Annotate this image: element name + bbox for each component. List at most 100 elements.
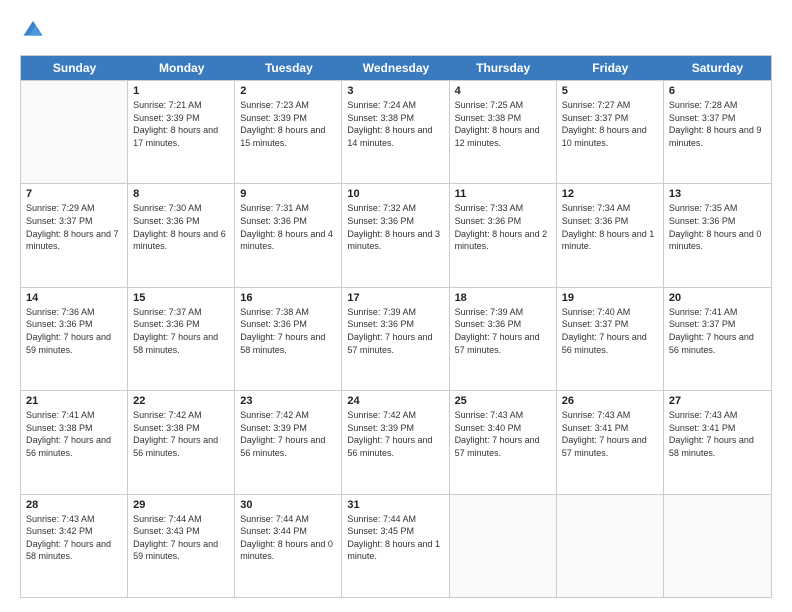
calendar-cell: 20 Sunrise: 7:41 AM Sunset: 3:37 PM Dayli… [664,288,771,390]
cell-info: Sunrise: 7:27 AM Sunset: 3:37 PM Dayligh… [562,99,658,149]
calendar-cell: 3 Sunrise: 7:24 AM Sunset: 3:38 PM Daylig… [342,81,449,183]
day-number: 8 [133,188,229,200]
cell-info: Sunrise: 7:43 AM Sunset: 3:40 PM Dayligh… [455,409,551,459]
cell-info: Sunrise: 7:24 AM Sunset: 3:38 PM Dayligh… [347,99,443,149]
calendar-header-day: Thursday [450,56,557,80]
calendar-cell: 9Sunrise: 7:31 AM Sunset: 3:36 PM Daylig… [235,184,342,286]
page: SundayMondayTuesdayWednesdayThursdayFrid… [0,0,792,612]
day-number: 22 [133,395,229,407]
cell-info: Sunrise: 7:34 AM Sunset: 3:36 PM Dayligh… [562,202,658,252]
calendar-cell [557,495,664,597]
cell-info: Sunrise: 7:25 AM Sunset: 3:38 PM Dayligh… [455,99,551,149]
day-number: 23 [240,395,336,407]
cell-info: Sunrise: 7:41 AM Sunset: 3:37 PM Dayligh… [669,306,766,356]
calendar-header-day: Wednesday [342,56,449,80]
cell-info: Sunrise: 7:35 AM Sunset: 3:36 PM Dayligh… [669,202,766,252]
day-number: 30 [240,499,336,511]
calendar-cell [21,81,128,183]
cell-info: Sunrise: 7:42 AM Sunset: 3:39 PM Dayligh… [347,409,443,459]
calendar-cell: 5 Sunrise: 7:27 AM Sunset: 3:37 PM Daylig… [557,81,664,183]
calendar-cell: 24 Sunrise: 7:42 AM Sunset: 3:39 PM Dayli… [342,391,449,493]
day-number: 1 [133,85,229,97]
calendar-cell: 31Sunrise: 7:44 AM Sunset: 3:45 PM Dayli… [342,495,449,597]
day-number: 20 [669,292,766,304]
day-number: 29 [133,499,229,511]
calendar-header-day: Monday [128,56,235,80]
calendar: SundayMondayTuesdayWednesdayThursdayFrid… [20,55,772,598]
day-number: 2 [240,85,336,97]
cell-info: Sunrise: 7:33 AM Sunset: 3:36 PM Dayligh… [455,202,551,252]
day-number: 12 [562,188,658,200]
cell-info: Sunrise: 7:38 AM Sunset: 3:36 PM Dayligh… [240,306,336,356]
cell-info: Sunrise: 7:40 AM Sunset: 3:37 PM Dayligh… [562,306,658,356]
logo [20,18,44,45]
calendar-cell: 25 Sunrise: 7:43 AM Sunset: 3:40 PM Dayli… [450,391,557,493]
cell-info: Sunrise: 7:43 AM Sunset: 3:42 PM Dayligh… [26,513,122,563]
calendar-cell: 1 Sunrise: 7:21 AM Sunset: 3:39 PM Daylig… [128,81,235,183]
day-number: 3 [347,85,443,97]
cell-info: Sunrise: 7:44 AM Sunset: 3:45 PM Dayligh… [347,513,443,563]
calendar-cell: 4 Sunrise: 7:25 AM Sunset: 3:38 PM Daylig… [450,81,557,183]
cell-info: Sunrise: 7:39 AM Sunset: 3:36 PM Dayligh… [347,306,443,356]
cell-info: Sunrise: 7:41 AM Sunset: 3:38 PM Dayligh… [26,409,122,459]
day-number: 24 [347,395,443,407]
day-number: 4 [455,85,551,97]
cell-info: Sunrise: 7:39 AM Sunset: 3:36 PM Dayligh… [455,306,551,356]
day-number: 27 [669,395,766,407]
cell-info: Sunrise: 7:21 AM Sunset: 3:39 PM Dayligh… [133,99,229,149]
day-number: 17 [347,292,443,304]
calendar-cell [664,495,771,597]
calendar-cell: 11 Sunrise: 7:33 AM Sunset: 3:36 PM Dayli… [450,184,557,286]
calendar-cell: 6 Sunrise: 7:28 AM Sunset: 3:37 PM Daylig… [664,81,771,183]
day-number: 15 [133,292,229,304]
cell-info: Sunrise: 7:44 AM Sunset: 3:43 PM Dayligh… [133,513,229,563]
day-number: 7 [26,188,122,200]
calendar-header-row: SundayMondayTuesdayWednesdayThursdayFrid… [21,56,771,80]
cell-info: Sunrise: 7:36 AM Sunset: 3:36 PM Dayligh… [26,306,122,356]
calendar-cell: 8Sunrise: 7:30 AM Sunset: 3:36 PM Daylig… [128,184,235,286]
day-number: 19 [562,292,658,304]
calendar-week-2: 7 Sunrise: 7:29 AM Sunset: 3:37 PM Daylig… [21,183,771,286]
day-number: 6 [669,85,766,97]
calendar-cell: 30 Sunrise: 7:44 AM Sunset: 3:44 PM Dayli… [235,495,342,597]
cell-info: Sunrise: 7:28 AM Sunset: 3:37 PM Dayligh… [669,99,766,149]
header [20,18,772,45]
calendar-header-day: Friday [557,56,664,80]
calendar-cell: 23 Sunrise: 7:42 AM Sunset: 3:39 PM Dayli… [235,391,342,493]
calendar-cell: 12 Sunrise: 7:34 AM Sunset: 3:36 PM Dayli… [557,184,664,286]
calendar-cell: 27 Sunrise: 7:43 AM Sunset: 3:41 PM Dayli… [664,391,771,493]
day-number: 14 [26,292,122,304]
day-number: 25 [455,395,551,407]
cell-info: Sunrise: 7:31 AM Sunset: 3:36 PM Dayligh… [240,202,336,252]
calendar-cell: 21Sunrise: 7:41 AM Sunset: 3:38 PM Dayli… [21,391,128,493]
cell-info: Sunrise: 7:29 AM Sunset: 3:37 PM Dayligh… [26,202,122,252]
calendar-cell: 22 Sunrise: 7:42 AM Sunset: 3:38 PM Dayli… [128,391,235,493]
day-number: 11 [455,188,551,200]
calendar-cell: 28 Sunrise: 7:43 AM Sunset: 3:42 PM Dayli… [21,495,128,597]
cell-info: Sunrise: 7:42 AM Sunset: 3:39 PM Dayligh… [240,409,336,459]
calendar-cell: 16 Sunrise: 7:38 AM Sunset: 3:36 PM Dayli… [235,288,342,390]
day-number: 13 [669,188,766,200]
calendar-cell: 10 Sunrise: 7:32 AM Sunset: 3:36 PM Dayli… [342,184,449,286]
day-number: 18 [455,292,551,304]
logo-icon [22,18,44,40]
calendar-cell: 2 Sunrise: 7:23 AM Sunset: 3:39 PM Daylig… [235,81,342,183]
cell-info: Sunrise: 7:42 AM Sunset: 3:38 PM Dayligh… [133,409,229,459]
calendar-header-day: Saturday [664,56,771,80]
calendar-week-4: 21Sunrise: 7:41 AM Sunset: 3:38 PM Dayli… [21,390,771,493]
cell-info: Sunrise: 7:43 AM Sunset: 3:41 PM Dayligh… [669,409,766,459]
day-number: 16 [240,292,336,304]
calendar-week-3: 14 Sunrise: 7:36 AM Sunset: 3:36 PM Dayli… [21,287,771,390]
calendar-cell: 14 Sunrise: 7:36 AM Sunset: 3:36 PM Dayli… [21,288,128,390]
calendar-cell: 18 Sunrise: 7:39 AM Sunset: 3:36 PM Dayli… [450,288,557,390]
calendar-header-day: Tuesday [235,56,342,80]
cell-info: Sunrise: 7:44 AM Sunset: 3:44 PM Dayligh… [240,513,336,563]
cell-info: Sunrise: 7:37 AM Sunset: 3:36 PM Dayligh… [133,306,229,356]
calendar-cell: 26Sunrise: 7:43 AM Sunset: 3:41 PM Dayli… [557,391,664,493]
cell-info: Sunrise: 7:32 AM Sunset: 3:36 PM Dayligh… [347,202,443,252]
day-number: 10 [347,188,443,200]
cell-info: Sunrise: 7:23 AM Sunset: 3:39 PM Dayligh… [240,99,336,149]
day-number: 28 [26,499,122,511]
day-number: 26 [562,395,658,407]
day-number: 5 [562,85,658,97]
